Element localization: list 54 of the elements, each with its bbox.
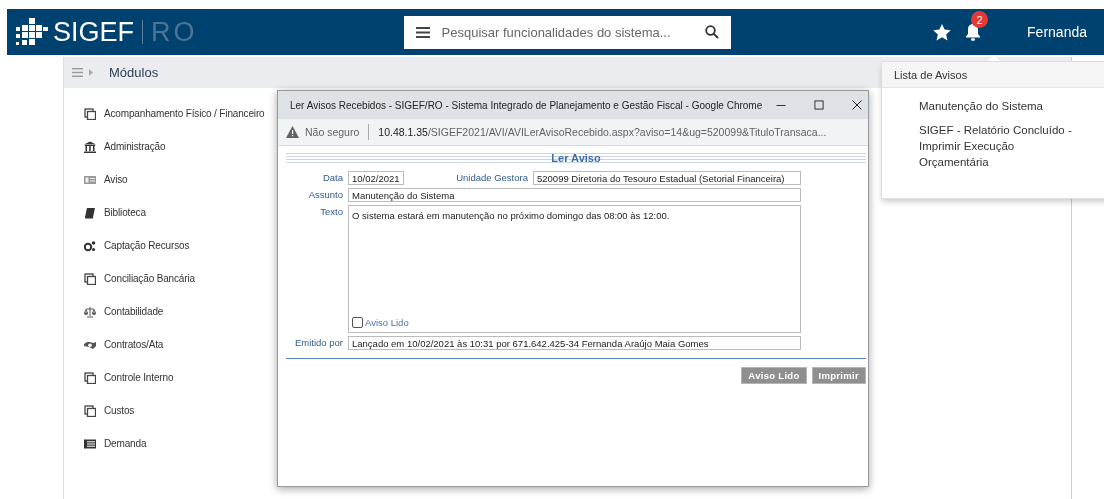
notification-badge: 2 <box>971 11 989 28</box>
book-icon <box>84 206 96 219</box>
notice-item[interactable]: SIGEF - Relatório Concluído - Imprimir Execução Orçamentária <box>919 122 1084 170</box>
field-label: Unidade Gestora <box>456 171 528 185</box>
module-item[interactable]: Aviso <box>84 163 128 196</box>
search-input[interactable]: Pesquisar funcionalidades do sistema... <box>441 24 705 40</box>
module-item[interactable]: Administração <box>84 130 166 163</box>
dropdown-title: Lista de Avisos <box>882 62 1104 88</box>
window-title: Ler Avisos Recebidos - SIGEF/RO - Sistema Integrado de Planejamento e Gestão Fiscal - Google Chrome <box>290 99 763 111</box>
date-field[interactable]: 10/02/2021 <box>348 171 404 185</box>
scale-icon <box>84 305 96 318</box>
form-heading: Ler Aviso <box>551 152 601 164</box>
menu-icon[interactable] <box>415 26 430 38</box>
module-item[interactable]: Conciliação Bancária <box>84 262 195 295</box>
copy-icon <box>84 107 96 120</box>
user-name[interactable]: Fernanda <box>1027 24 1087 40</box>
module-item[interactable]: Contratos/Ata <box>84 328 164 361</box>
input-field[interactable]: Manutenção do Sistema <box>348 188 801 202</box>
message-text: O sistema estará em manutenção no próximo domingo das 08:00 às 12:00. <box>352 210 671 221</box>
module-item[interactable]: Acompanhamento Físico / Financeiro <box>84 97 265 130</box>
module-item[interactable]: Biblioteca <box>84 196 146 229</box>
logo-name: SIGEF <box>53 16 134 48</box>
bell-icon[interactable] <box>965 23 982 41</box>
security-label[interactable]: Não seguro <box>305 126 360 138</box>
text-area[interactable]: O sistema estará em manutenção no próximo domingo das 08:00 às 12:00. Aviso Lido <box>348 205 801 333</box>
checkbox-label: Aviso Lido <box>365 317 409 328</box>
copy-icon <box>84 371 96 384</box>
id-card-icon <box>84 173 96 186</box>
notice-item[interactable]: Manutenção do Sistema <box>919 98 1084 114</box>
list-icon <box>84 437 96 450</box>
caret-icon <box>89 69 93 76</box>
logo-region: RO <box>151 16 198 48</box>
field-label: Data <box>321 171 343 185</box>
field-label: Emitido por <box>293 336 343 350</box>
search-icon[interactable] <box>704 25 719 39</box>
input-field[interactable]: 520099 Diretoria do Tesouro Estadual (Setorial Financeira) <box>533 171 801 185</box>
search-field[interactable]: Pesquisar funcionalidades do sistema... <box>403 15 731 49</box>
input-field[interactable]: Lançado em 10/02/2021 às 10:31 por 671.642.425-34 Fernanda Araújo Maia Gomes <box>348 336 801 350</box>
field-label: Assunto <box>307 188 343 202</box>
breadcrumb-title: Módulos <box>109 65 159 80</box>
logo-icon <box>15 17 49 47</box>
module-item[interactable]: Custos <box>84 394 135 427</box>
module-item[interactable]: Demanda <box>84 427 147 460</box>
module-item[interactable]: Captação Recursos <box>84 229 190 262</box>
module-item[interactable]: Contabilidade <box>84 295 164 328</box>
address-bar[interactable]: 10.48.1.35/SIGEF2021/AVI/AVILerAvisoRecebido.aspx?aviso=14&ug=520099&TituloTransaca... <box>378 126 827 138</box>
star-icon[interactable] <box>933 23 952 41</box>
field-label: Texto <box>319 205 343 219</box>
warning-icon <box>286 126 299 138</box>
copy-icon <box>84 404 96 417</box>
module-item[interactable]: Controle Interno <box>84 361 174 394</box>
checkbox[interactable] <box>352 317 363 328</box>
copy-icon <box>84 272 96 285</box>
bank-icon <box>84 140 96 153</box>
